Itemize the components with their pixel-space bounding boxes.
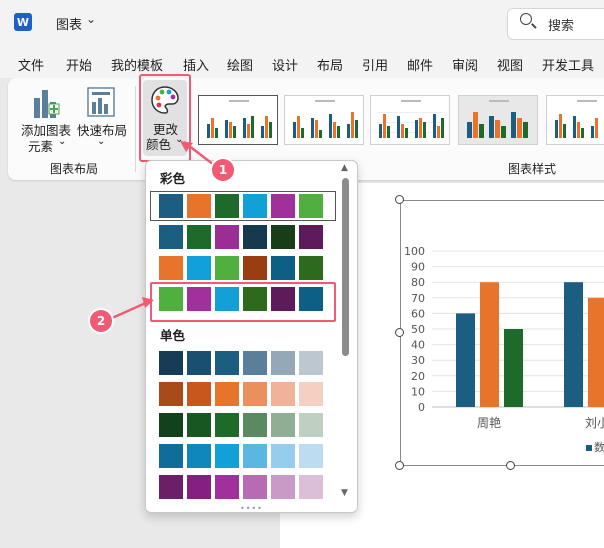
arrow-head-icon xyxy=(142,297,154,308)
callout-badge-1: 1 xyxy=(212,159,234,181)
callout-arrow-2 xyxy=(111,300,149,320)
callout-arrows xyxy=(111,141,215,320)
callout-badge-2: 2 xyxy=(90,310,112,332)
